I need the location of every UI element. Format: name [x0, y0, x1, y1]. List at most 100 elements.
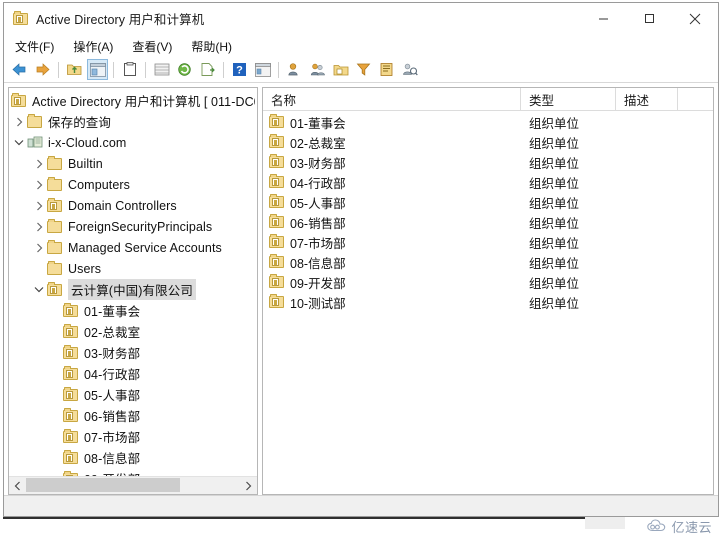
tree-node-label: Users: [68, 261, 102, 276]
console-root-icon: [11, 92, 27, 109]
chevron-right-icon[interactable]: [31, 195, 47, 216]
properties-icon[interactable]: [119, 59, 140, 80]
chevron-down-icon[interactable]: [31, 279, 47, 300]
tree-node-ou-06[interactable]: 06-销售部: [9, 405, 257, 426]
cell-name: 08-信息部: [263, 253, 521, 272]
tree-node-users[interactable]: Users: [9, 258, 257, 279]
title-bar: Active Directory 用户和计算机: [4, 3, 718, 35]
scroll-right-icon[interactable]: [240, 477, 257, 494]
help-icon[interactable]: ?: [229, 59, 250, 80]
new-window-icon[interactable]: [197, 59, 218, 80]
back-icon[interactable]: [9, 59, 30, 80]
details-pane: 名称 类型 描述 01-董事会 组织单位 02-总裁室 组织单位 03-财务部 …: [262, 87, 714, 495]
new-user-icon[interactable]: [284, 59, 305, 80]
scroll-left-icon[interactable]: [9, 477, 26, 494]
ou-icon: [63, 428, 79, 445]
close-button[interactable]: [672, 3, 718, 34]
chevron-right-icon[interactable]: [31, 216, 47, 237]
domain-icon: [27, 135, 43, 151]
chevron-right-icon[interactable]: [31, 174, 47, 195]
query-icon[interactable]: [399, 59, 420, 80]
tree-node-label: 保存的查询: [48, 116, 112, 130]
app-window: Active Directory 用户和计算机 文件(F) 操作(A) 查看(V…: [3, 2, 719, 517]
chevron-right-icon[interactable]: [31, 153, 47, 174]
tree-node-ou-02[interactable]: 02-总裁室: [9, 321, 257, 342]
ou-icon: [47, 281, 63, 298]
table-row[interactable]: 05-人事部 组织单位: [263, 192, 713, 212]
tree-node-ou-09[interactable]: 09-开发部: [9, 468, 257, 476]
console-tree[interactable]: Active Directory 用户和计算机 [ 011-DC01 保存的查询…: [9, 88, 257, 476]
table-row[interactable]: 07-市场部 组织单位: [263, 232, 713, 252]
tree-node-root[interactable]: Active Directory 用户和计算机 [ 011-DC01: [9, 90, 257, 111]
tree-node-ou-03[interactable]: 03-财务部: [9, 342, 257, 363]
tree-node-label: ForeignSecurityPrincipals: [68, 219, 213, 234]
tree-node-computers[interactable]: Computers: [9, 174, 257, 195]
tree-node-ou-04[interactable]: 04-行政部: [9, 363, 257, 384]
chevron-right-icon[interactable]: [11, 111, 27, 132]
list-body[interactable]: 01-董事会 组织单位 02-总裁室 组织单位 03-财务部 组织单位 04-行…: [263, 111, 713, 494]
find-icon[interactable]: [376, 59, 397, 80]
cell-type: 组织单位: [529, 296, 580, 311]
forward-icon[interactable]: [32, 59, 53, 80]
tree-node-label: Computers: [68, 177, 131, 192]
table-row[interactable]: 01-董事会 组织单位: [263, 112, 713, 132]
tree-node-ou-08[interactable]: 08-信息部: [9, 447, 257, 468]
tree-node-label: 08-信息部: [84, 452, 141, 466]
chevron-right-icon[interactable]: [31, 237, 47, 258]
ou-icon: [269, 114, 285, 130]
console-tree-pane: Active Directory 用户和计算机 [ 011-DC01 保存的查询…: [8, 87, 258, 495]
tree-node-saved-queries[interactable]: 保存的查询: [9, 111, 257, 132]
column-header-description[interactable]: 描述: [616, 88, 678, 110]
refresh-icon[interactable]: [174, 59, 195, 80]
tree-node-domain[interactable]: i-x-Cloud.com: [9, 132, 257, 153]
cell-name: 05-人事部: [263, 193, 521, 212]
table-row[interactable]: 04-行政部 组织单位: [263, 172, 713, 192]
tree-node-ou-05[interactable]: 05-人事部: [9, 384, 257, 405]
menu-file[interactable]: 文件(F): [11, 36, 63, 57]
column-header-type[interactable]: 类型: [521, 88, 616, 110]
table-row[interactable]: 10-测试部 组织单位: [263, 292, 713, 312]
tree-node-ou-07[interactable]: 07-市场部: [9, 426, 257, 447]
tree-node-company-ou[interactable]: 云计算(中国)有限公司: [9, 279, 257, 300]
column-header-name[interactable]: 名称: [263, 88, 521, 110]
tree-horizontal-scrollbar[interactable]: [9, 476, 257, 494]
tree-node-domain-controllers[interactable]: Domain Controllers: [9, 195, 257, 216]
new-group-icon[interactable]: [307, 59, 328, 80]
minimize-button[interactable]: [580, 3, 626, 34]
export-list-icon[interactable]: [151, 59, 172, 80]
table-row[interactable]: 02-总裁室 组织单位: [263, 132, 713, 152]
maximize-button[interactable]: [626, 3, 672, 34]
menu-action[interactable]: 操作(A): [69, 36, 122, 57]
filter-icon[interactable]: [353, 59, 374, 80]
show-hide-tree-icon[interactable]: [87, 59, 108, 80]
table-row[interactable]: 08-信息部 组织单位: [263, 252, 713, 272]
chevron-down-icon[interactable]: [11, 132, 27, 153]
toolbar-separator: [113, 61, 114, 78]
cell-type: 组织单位: [529, 196, 580, 211]
cell-name-text: 09-开发部: [290, 276, 346, 291]
folder-icon: [47, 155, 63, 172]
new-ou-icon[interactable]: [330, 59, 351, 80]
console-icon[interactable]: [252, 59, 273, 80]
bottom-gray-block: [585, 517, 625, 529]
menu-view[interactable]: 查看(V): [128, 36, 181, 57]
cell-name: 02-总裁室: [263, 133, 521, 152]
menu-help[interactable]: 帮助(H): [187, 36, 241, 57]
cell-type: 组织单位: [529, 276, 580, 291]
tree-node-label: Builtin: [68, 156, 103, 171]
tree-node-ou-01[interactable]: 01-董事会: [9, 300, 257, 321]
table-row[interactable]: 06-销售部 组织单位: [263, 212, 713, 232]
scrollbar-thumb[interactable]: [26, 478, 181, 492]
tree-node-managed-service-accounts[interactable]: Managed Service Accounts: [9, 237, 257, 258]
table-row[interactable]: 09-开发部 组织单位: [263, 272, 713, 292]
tree-node-label: 07-市场部: [84, 431, 141, 445]
cell-name: 09-开发部: [263, 273, 521, 292]
scrollbar-track[interactable]: [26, 477, 240, 494]
tree-node-foreignsecurityprincipals[interactable]: ForeignSecurityPrincipals: [9, 216, 257, 237]
up-folder-icon[interactable]: [64, 59, 85, 80]
tree-node-builtin[interactable]: Builtin: [9, 153, 257, 174]
svg-text:?: ?: [236, 65, 243, 77]
table-row[interactable]: 03-财务部 组织单位: [263, 152, 713, 172]
cell-name: 06-销售部: [263, 213, 521, 232]
